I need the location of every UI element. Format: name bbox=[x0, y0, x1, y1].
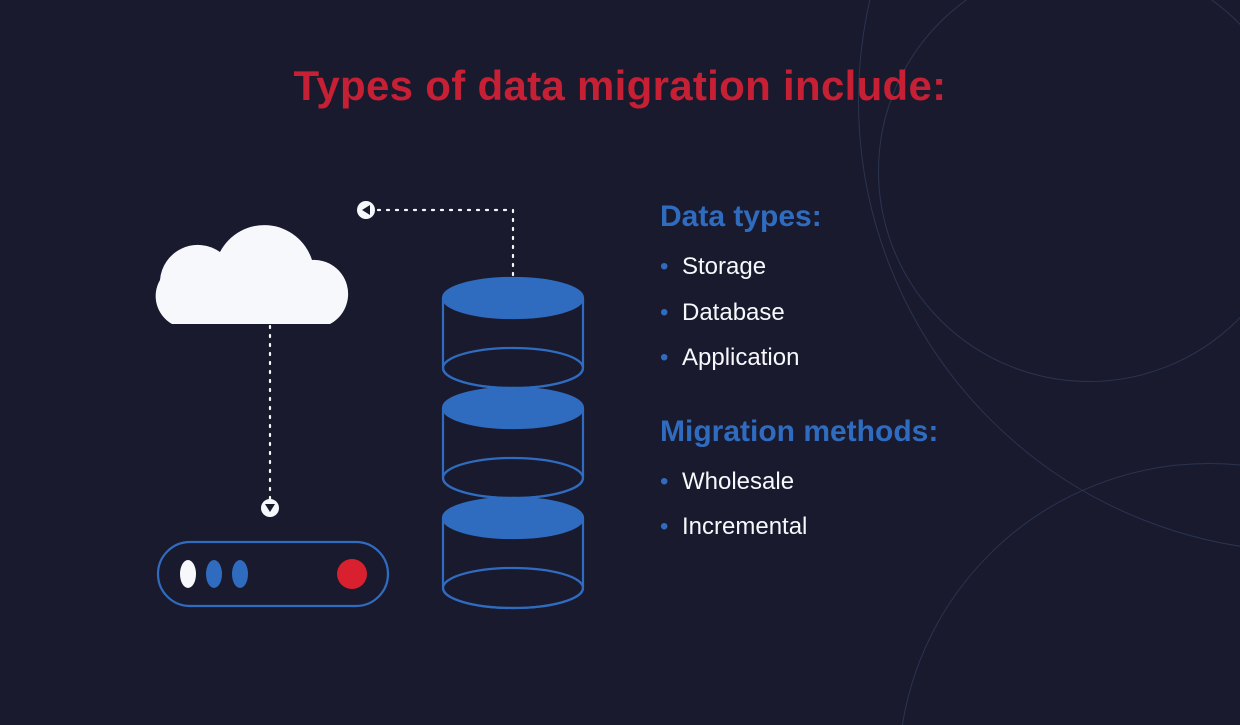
page-title: Types of data migration include: bbox=[0, 62, 1240, 110]
section-heading-migration-methods: Migration methods: bbox=[660, 415, 1160, 449]
list-item: Incremental bbox=[660, 504, 1160, 550]
database-stack-icon bbox=[443, 278, 583, 608]
data-types-list: Storage Database Application bbox=[660, 244, 1160, 381]
migration-methods-list: Wholesale Incremental bbox=[660, 459, 1160, 550]
arrow-cloud-to-server bbox=[261, 308, 279, 517]
list-item: Wholesale bbox=[660, 459, 1160, 505]
section-heading-data-types: Data types: bbox=[660, 200, 1160, 234]
server-device-icon bbox=[158, 542, 388, 606]
arrow-db-to-cloud bbox=[357, 201, 513, 275]
list-item: Storage bbox=[660, 244, 1160, 290]
text-column: Data types: Storage Database Application… bbox=[660, 200, 1160, 584]
list-item: Database bbox=[660, 290, 1160, 336]
list-item: Application bbox=[660, 335, 1160, 381]
cloud-icon bbox=[156, 225, 348, 324]
migration-diagram bbox=[100, 180, 640, 650]
